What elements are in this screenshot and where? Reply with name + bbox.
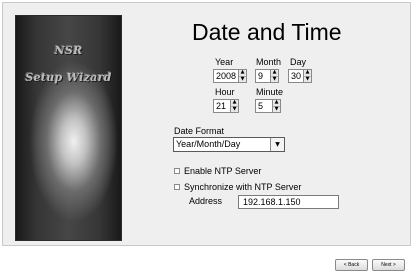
spin-down-icon[interactable]: ▼ xyxy=(239,76,246,83)
address-label: Address xyxy=(189,196,223,206)
hour-label: Hour xyxy=(215,87,235,97)
hour-spinbox[interactable]: 21 ▲ ▼ xyxy=(213,99,239,113)
year-spinbox[interactable]: 2008 ▲ ▼ xyxy=(213,69,247,83)
page-title: Date and Time xyxy=(192,19,342,45)
back-button[interactable]: < Back xyxy=(335,259,368,271)
sync-ntp-checkbox[interactable] xyxy=(174,184,180,190)
spin-down-icon[interactable]: ▼ xyxy=(304,76,311,83)
date-format-label: Date Format xyxy=(174,126,225,136)
minute-label: Minute xyxy=(256,87,284,97)
minute-spinbox[interactable]: 5 ▲ ▼ xyxy=(255,99,281,113)
wizard-banner-image: NSR Setup Wizard xyxy=(15,15,122,241)
month-spin-buttons[interactable]: ▲ ▼ xyxy=(270,69,279,83)
date-format-value[interactable]: Year/Month/Day xyxy=(174,138,270,151)
spin-down-icon[interactable]: ▼ xyxy=(273,106,280,113)
enable-ntp-checkbox[interactable] xyxy=(174,168,180,174)
spin-down-icon[interactable]: ▼ xyxy=(231,106,238,113)
year-value[interactable]: 2008 xyxy=(213,69,238,83)
next-button[interactable]: Next > xyxy=(372,259,405,271)
day-value[interactable]: 30 xyxy=(288,69,303,83)
year-label: Year xyxy=(215,57,234,67)
banner-product-name: NSR xyxy=(54,44,83,57)
enable-ntp-label[interactable]: Enable NTP Server xyxy=(184,166,261,176)
day-spin-buttons[interactable]: ▲ ▼ xyxy=(303,69,312,83)
banner-wizard-name: Setup Wizard xyxy=(25,71,112,84)
minute-spin-buttons[interactable]: ▲ ▼ xyxy=(272,99,281,113)
enable-ntp-row[interactable]: Enable NTP Server xyxy=(174,166,261,176)
month-label: Month xyxy=(256,57,282,67)
chevron-down-icon[interactable]: ▼ xyxy=(270,138,284,151)
spin-down-icon[interactable]: ▼ xyxy=(271,76,278,83)
year-spin-buttons[interactable]: ▲ ▼ xyxy=(238,69,247,83)
hour-spin-buttons[interactable]: ▲ ▼ xyxy=(230,99,239,113)
minute-value[interactable]: 5 xyxy=(255,99,272,113)
ntp-address-input[interactable]: 192.168.1.150 xyxy=(238,195,339,209)
sync-ntp-row[interactable]: Synchronize with NTP Server xyxy=(174,182,301,192)
day-label: Day xyxy=(290,57,307,67)
month-spinbox[interactable]: 9 ▲ ▼ xyxy=(255,69,279,83)
day-spinbox[interactable]: 30 ▲ ▼ xyxy=(288,69,312,83)
sync-ntp-label[interactable]: Synchronize with NTP Server xyxy=(184,182,301,192)
date-format-select[interactable]: Year/Month/Day ▼ xyxy=(173,137,285,152)
hour-value[interactable]: 21 xyxy=(213,99,230,113)
month-value[interactable]: 9 xyxy=(255,69,270,83)
